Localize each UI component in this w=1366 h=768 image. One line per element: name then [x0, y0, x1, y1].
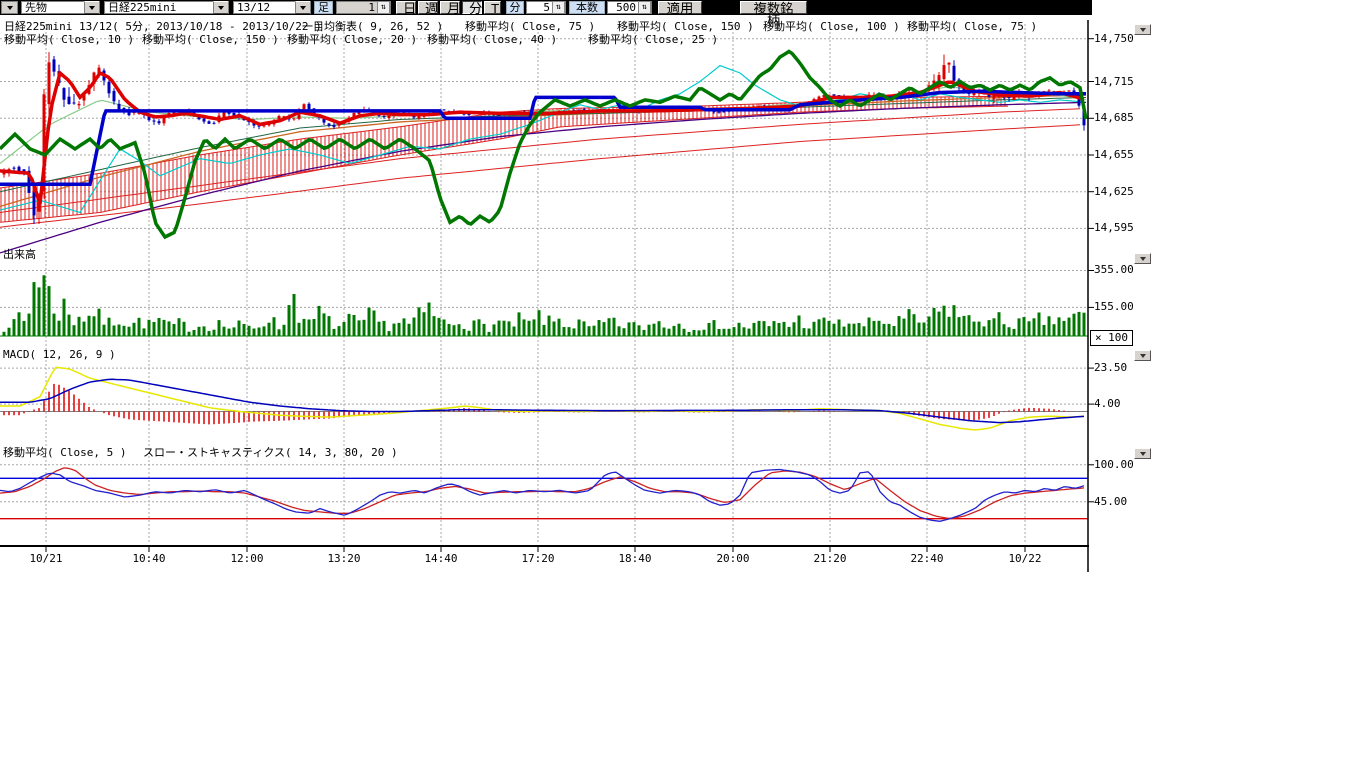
- y-axis-tick-label: 45.00: [1094, 496, 1127, 508]
- multi-symbol-button[interactable]: 複数銘柄: [740, 1, 807, 14]
- category-select-value: 先物: [22, 2, 84, 13]
- period-button-1[interactable]: 日: [396, 1, 416, 14]
- panel-scale-dropdown-button[interactable]: [1134, 253, 1151, 264]
- ashi-count-spinner[interactable]: 1 ⇅: [336, 1, 391, 14]
- bars-label: 本数: [569, 1, 605, 14]
- contract-month-select[interactable]: 13/12: [233, 1, 311, 14]
- legend-item: 移動平均( Close, 20 ): [287, 34, 417, 46]
- volume-multiplier-badge: × 100: [1090, 330, 1133, 346]
- legend-item: 移動平均( Close, 75 ): [907, 21, 1037, 33]
- panel-scale-dropdown-button[interactable]: [1134, 448, 1151, 459]
- panel-label-stoch-ma: 移動平均( Close, 5 ): [3, 447, 126, 459]
- x-axis-tick-label: 18:40: [615, 553, 655, 565]
- contract-select-value: 13/12: [234, 2, 295, 13]
- x-axis-tick-label: 17:20: [518, 553, 558, 565]
- period-button-3[interactable]: 月: [440, 1, 460, 14]
- y-axis-tick-label: 100.00: [1094, 459, 1134, 471]
- bars-value: 500: [608, 2, 638, 13]
- ashi-label: 足: [314, 1, 333, 14]
- y-axis-tick-label: 155.00: [1094, 301, 1134, 313]
- chevron-down-icon: [1140, 257, 1146, 261]
- apply-button[interactable]: 適用: [658, 1, 702, 14]
- period-button-2[interactable]: 週: [418, 1, 438, 14]
- x-axis-tick-label: 14:40: [421, 553, 461, 565]
- legend-item: 一目均衡表( 9, 26, 52 ): [302, 21, 443, 33]
- legend-item: 移動平均( Close, 40 ): [427, 34, 557, 46]
- x-axis-tick-label: 13:20: [324, 553, 364, 565]
- legend-item: 移動平均( Close, 150 ): [142, 34, 279, 46]
- y-axis-tick-label: 14,625: [1094, 186, 1134, 198]
- chevron-down-icon: [7, 6, 13, 10]
- chart-type-dropdown-button[interactable]: [1, 1, 18, 14]
- volume-bars: [0, 275, 1088, 336]
- chart-canvas: [0, 0, 1366, 768]
- y-axis-tick-label: 14,715: [1094, 76, 1134, 88]
- x-axis-tick-label: 20:00: [713, 553, 753, 565]
- period-button-4[interactable]: 分: [462, 1, 482, 14]
- y-axis-tick-label: 14,685: [1094, 112, 1134, 124]
- spinner-icon[interactable]: ⇅: [638, 1, 651, 14]
- minutes-spinner[interactable]: 5 ⇅: [526, 1, 566, 14]
- legend-item: 日経225mini 13/12( 5分, 2013/10/18 - 2013/1…: [4, 21, 322, 33]
- minutes-label: 分: [506, 1, 524, 14]
- legend-item: 移動平均( Close, 25 ): [588, 34, 718, 46]
- bars-spinner[interactable]: 500 ⇅: [607, 1, 652, 14]
- legend-item: 移動平均( Close, 100 ): [763, 21, 900, 33]
- chevron-down-icon: [1140, 452, 1146, 456]
- legend-item: 移動平均( Close, 150 ): [617, 21, 754, 33]
- y-axis-tick-label: 14,655: [1094, 149, 1134, 161]
- y-axis-tick-label: 14,595: [1094, 222, 1134, 234]
- x-axis-tick-label: 10/22: [1005, 553, 1045, 565]
- minutes-value: 5: [527, 2, 552, 13]
- panel-label-macd: MACD( 12, 26, 9 ): [3, 349, 116, 361]
- chevron-down-icon: [1140, 28, 1146, 32]
- app-window: 先物 日経225mini 13/12 足 1 ⇅ 日週月分T 分 5 ⇅ 本数 …: [0, 0, 1366, 768]
- y-axis-tick-label: 355.00: [1094, 264, 1134, 276]
- y-axis-tick-label: 23.50: [1094, 362, 1127, 374]
- chevron-down-icon: [84, 1, 99, 14]
- x-axis-tick-label: 12:00: [227, 553, 267, 565]
- x-axis-tick-label: 10:40: [129, 553, 169, 565]
- y-axis-tick-label: 14,750: [1094, 33, 1134, 45]
- chevron-down-icon: [213, 1, 228, 14]
- spinner-icon[interactable]: ⇅: [552, 1, 565, 14]
- x-axis-tick-label: 10/21: [26, 553, 66, 565]
- period-button-5[interactable]: T: [484, 1, 501, 14]
- legend-item: 移動平均( Close, 10 ): [4, 34, 134, 46]
- x-axis-tick-label: 21:20: [810, 553, 850, 565]
- chevron-down-icon: [1140, 354, 1146, 358]
- panel-label-volume: 出来高: [3, 249, 36, 261]
- panel-scale-dropdown-button[interactable]: [1134, 24, 1151, 35]
- spinner-icon[interactable]: ⇅: [377, 1, 390, 14]
- x-axis-tick-label: 22:40: [907, 553, 947, 565]
- panel-scale-dropdown-button[interactable]: [1134, 350, 1151, 361]
- chevron-down-icon: [295, 1, 310, 14]
- toolbar: 先物 日経225mini 13/12 足 1 ⇅ 日週月分T 分 5 ⇅ 本数 …: [0, 0, 1092, 15]
- category-select[interactable]: 先物: [21, 1, 100, 14]
- legend-item: 移動平均( Close, 75 ): [465, 21, 595, 33]
- ashi-count-value: 1: [337, 2, 377, 13]
- symbol-select[interactable]: 日経225mini: [104, 1, 229, 14]
- panel-label-stochastics: スロー・ストキャスティクス( 14, 3, 80, 20 ): [143, 447, 398, 459]
- symbol-select-value: 日経225mini: [105, 2, 213, 13]
- y-axis-tick-label: 4.00: [1094, 398, 1121, 410]
